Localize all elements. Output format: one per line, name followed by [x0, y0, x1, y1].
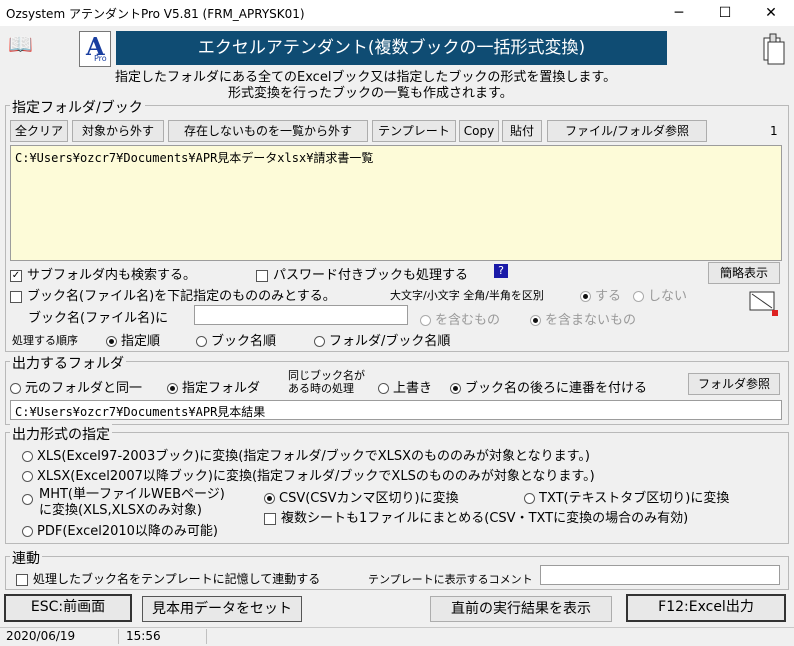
- subfolder-checkbox[interactable]: ✓ サブフォルダ内も検索する。: [10, 264, 196, 283]
- order-folder-bookname-radio[interactable]: フォルダ/ブック名順: [314, 330, 450, 349]
- order-label: 処理する順序: [12, 334, 78, 347]
- output-format-title: 出力形式の指定: [10, 424, 112, 444]
- sequence-radio[interactable]: ブック名の後ろに連番を付ける: [450, 377, 647, 396]
- browse-file-folder-button[interactable]: ファイル/フォルダ参照: [547, 120, 707, 142]
- overwrite-radio[interactable]: 上書き: [378, 377, 432, 396]
- banner-title: エクセルアテンダント(複数ブックの一括形式変換): [116, 31, 667, 65]
- clear-all-button[interactable]: 全クリア: [10, 120, 68, 142]
- same-folder-radio[interactable]: 元のフォルダと同一: [10, 377, 142, 396]
- abbreviated-view-button[interactable]: 簡略表示: [708, 262, 780, 284]
- format-csv-radio[interactable]: CSV(CSVカンマ区切り)に変換: [264, 487, 459, 506]
- clipboard-icon[interactable]: [760, 30, 788, 66]
- description-line2: 形式変換を行ったブックの一覧も作成されます。: [228, 86, 513, 101]
- title-bar: Ozsystem アテンダントPro V5.81 (FRM_APRYSK01) …: [0, 0, 794, 26]
- case-no-radio[interactable]: しない: [633, 285, 687, 304]
- maximize-button[interactable]: ☐: [702, 0, 748, 26]
- close-button[interactable]: ✕: [748, 0, 794, 26]
- status-date: 2020/06/19: [0, 629, 119, 644]
- template-button[interactable]: テンプレート: [372, 120, 456, 142]
- status-bar: 2020/06/19 15:56: [0, 627, 794, 646]
- comment-label: テンプレートに表示するコメント: [368, 573, 533, 586]
- specified-folder-radio[interactable]: 指定フォルダ: [167, 377, 260, 396]
- bookname-input[interactable]: [194, 305, 408, 325]
- folder-group-title: 指定フォルダ/ブック: [10, 97, 145, 117]
- remember-checkbox[interactable]: 処理したブック名をテンプレートに記憶して連動する: [16, 570, 320, 587]
- bookname-input-label: ブック名(ファイル名)に: [28, 311, 169, 326]
- path-count: 1: [770, 124, 778, 138]
- remove-missing-button[interactable]: 存在しないものを一覧から外す: [168, 120, 368, 142]
- format-txt-radio[interactable]: TXT(テキストタブ区切り)に変換: [524, 487, 729, 506]
- format-mht-radio[interactable]: MHT(単一ファイルWEBページ) に変換(XLS,XLSXのみ対象): [22, 487, 225, 519]
- path-list[interactable]: C:¥Users¥ozcr7¥Documents¥APR見本データxlsx¥請求…: [10, 145, 782, 261]
- order-specified-radio[interactable]: 指定順: [106, 330, 160, 349]
- app-logo: A Pro: [79, 31, 111, 67]
- include-radio[interactable]: を含むもの: [420, 309, 500, 328]
- format-xls-radio[interactable]: XLS(Excel97-2003ブック)に変換(指定フォルダ/ブックでXLSXの…: [22, 445, 590, 464]
- password-checkbox[interactable]: パスワード付きブックも処理する: [256, 264, 468, 283]
- bookname-only-checkbox[interactable]: ブック名(ファイル名)を下記指定のもののみとする。: [10, 285, 336, 304]
- output-folder-title: 出力するフォルダ: [10, 353, 126, 373]
- format-xlsx-radio[interactable]: XLSX(Excel2007以降ブック)に変換(指定フォルダ/ブックでXLSのも…: [22, 465, 595, 484]
- book-icon[interactable]: 📖: [8, 32, 33, 56]
- multi-sheet-checkbox[interactable]: 複数シートも1ファイルにまとめる(CSV・TXTに変換の場合のみ有効): [264, 507, 688, 526]
- duplicate-handling-label: 同じブック名が ある時の処理: [288, 369, 365, 395]
- eraser-icon[interactable]: [748, 288, 780, 318]
- minimize-button[interactable]: ─: [656, 0, 702, 26]
- window-title: Ozsystem アテンダントPro V5.81 (FRM_APRYSK01): [6, 7, 305, 21]
- folder-browse-button[interactable]: フォルダ参照: [688, 373, 780, 395]
- check-icon: ✓: [10, 269, 22, 282]
- sample-data-button[interactable]: 見本用データをセット: [142, 596, 302, 622]
- copy-button[interactable]: Copy: [459, 120, 499, 142]
- comment-input[interactable]: [540, 565, 780, 585]
- order-bookname-radio[interactable]: ブック名順: [196, 330, 276, 349]
- help-icon[interactable]: ?: [494, 264, 508, 278]
- case-sensitive-label: 大文字/小文字 全角/半角を区別: [390, 289, 544, 302]
- paste-button[interactable]: 貼付: [502, 120, 542, 142]
- last-result-button[interactable]: 直前の実行結果を表示: [430, 596, 612, 622]
- status-time: 15:56: [120, 629, 207, 644]
- case-yes-radio[interactable]: する: [580, 285, 621, 304]
- exclude-radio[interactable]: を含まないもの: [530, 309, 636, 328]
- esc-back-button[interactable]: ESC:前画面: [4, 594, 132, 622]
- path-list-item[interactable]: C:¥Users¥ozcr7¥Documents¥APR見本データxlsx¥請求…: [11, 146, 781, 169]
- link-group-title: 連動: [10, 548, 42, 568]
- exclude-button[interactable]: 対象から外す: [72, 120, 164, 142]
- format-pdf-radio[interactable]: PDF(Excel2010以降のみ可能): [22, 520, 218, 539]
- f12-excel-output-button[interactable]: F12:Excel出力: [626, 594, 786, 622]
- output-path-field[interactable]: C:¥Users¥ozcr7¥Documents¥APR見本結果: [10, 400, 782, 420]
